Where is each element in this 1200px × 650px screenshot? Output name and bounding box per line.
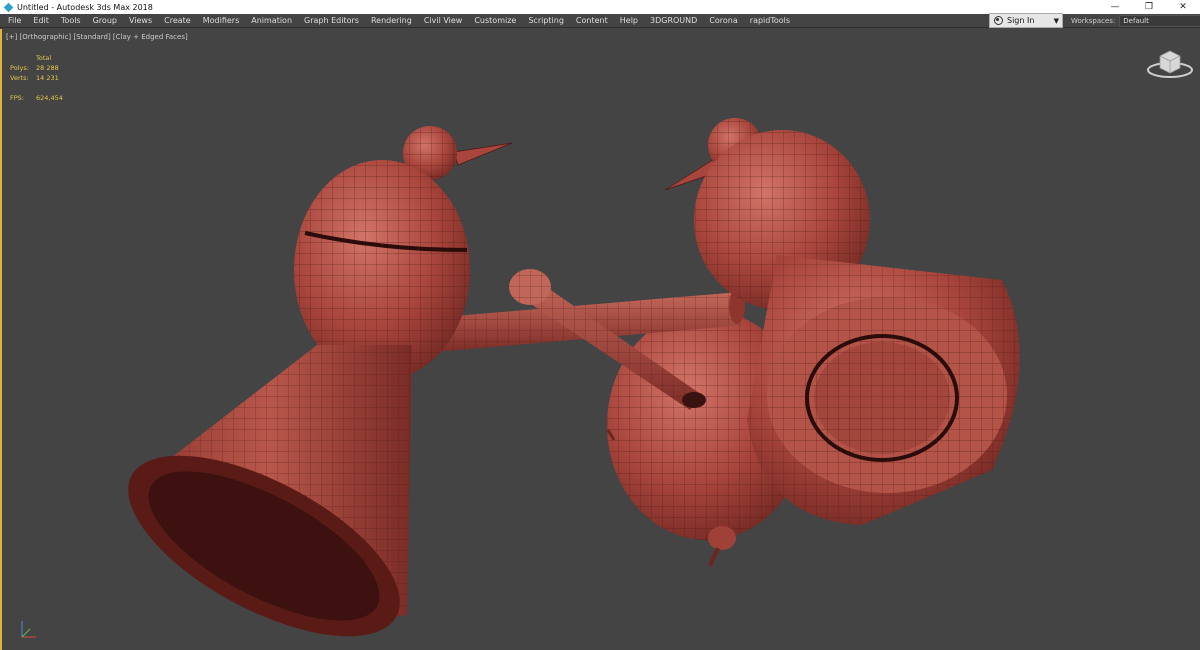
verts-label: Verts: — [10, 74, 29, 82]
chevron-down-icon: ▼ — [1053, 16, 1059, 25]
menu-item-views[interactable]: Views — [123, 14, 158, 28]
menu-item-file[interactable]: File — [0, 14, 27, 28]
menu-item-civil-view[interactable]: Civil View — [418, 14, 469, 28]
polys-label: Polys: — [10, 64, 29, 72]
menu-item-customize[interactable]: Customize — [468, 14, 522, 28]
menu-item-3dground[interactable]: 3DGROUND — [644, 14, 703, 28]
user-icon — [994, 16, 1003, 25]
axis-tripod-icon — [21, 621, 36, 638]
stats-header: Total — [36, 54, 52, 62]
menu-item-edit[interactable]: Edit — [27, 14, 55, 28]
restore-button[interactable]: ❐ — [1132, 0, 1166, 14]
verts-value: 14 231 — [36, 74, 59, 82]
menu-item-content[interactable]: Content — [570, 14, 614, 28]
left-lamp — [127, 126, 513, 637]
sign-in-label: Sign In — [1007, 16, 1035, 25]
window-controls: — ❐ ✕ — [1098, 0, 1200, 14]
menu-item-rendering[interactable]: Rendering — [365, 14, 418, 28]
menu-item-tools[interactable]: Tools — [55, 14, 87, 28]
sign-in-button[interactable]: Sign In ▼ — [989, 13, 1063, 28]
viewport-statistics: Total Polys: 28 288 Verts: 14 231 FPS: 624,… — [10, 53, 63, 103]
menu-item-help[interactable]: Help — [614, 14, 644, 28]
minimize-button[interactable]: — — [1098, 0, 1132, 14]
menu-item-modifiers[interactable]: Modifiers — [197, 14, 246, 28]
fps-value: 624,454 — [36, 94, 63, 102]
polys-value: 28 288 — [36, 64, 59, 72]
menu-item-animation[interactable]: Animation — [245, 14, 298, 28]
menu-item-scripting[interactable]: Scripting — [522, 14, 570, 28]
menu-item-graph-editors[interactable]: Graph Editors — [298, 14, 365, 28]
menu-item-rapidtools[interactable]: rapidTools — [744, 14, 796, 28]
viewcube-icon[interactable] — [1146, 46, 1194, 82]
viewport-label[interactable]: [+] [Orthographic] [Standard] [Clay + Ed… — [6, 33, 188, 41]
fps-label: FPS: — [10, 94, 24, 102]
menu-item-corona[interactable]: Corona — [703, 14, 743, 28]
app-icon — [3, 2, 14, 13]
perspective-viewport[interactable]: [+] [Orthographic] [Standard] [Clay + Ed… — [0, 29, 1200, 650]
title-bar: Untitled - Autodesk 3ds Max 2018 — ❐ ✕ — [0, 0, 1200, 14]
scene-render — [127, 118, 1020, 637]
workspaces-label: Workspaces: — [1071, 17, 1116, 25]
workspaces: Workspaces: Default — [1071, 14, 1200, 28]
menu-item-create[interactable]: Create — [158, 14, 197, 28]
close-button[interactable]: ✕ — [1166, 0, 1200, 14]
menu-item-group[interactable]: Group — [87, 14, 123, 28]
window-title: Untitled - Autodesk 3ds Max 2018 — [17, 2, 153, 12]
workspace-select[interactable]: Default — [1119, 15, 1200, 27]
